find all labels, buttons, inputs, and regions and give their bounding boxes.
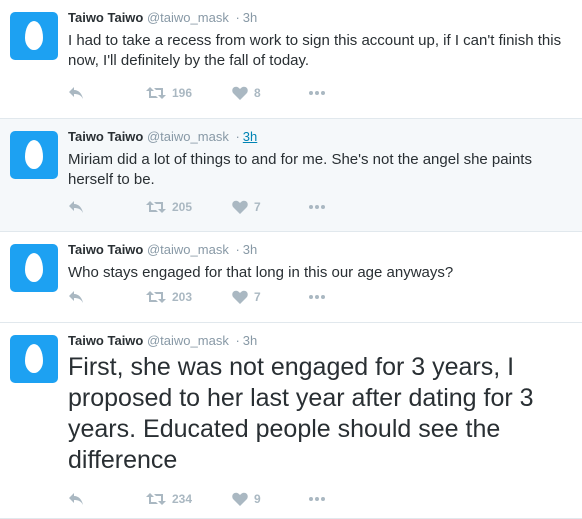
retweet-count: 205	[172, 200, 193, 214]
retweet-icon	[146, 87, 166, 99]
avatar[interactable]	[10, 131, 58, 179]
more-icon	[309, 205, 325, 209]
reply-icon	[69, 87, 83, 99]
timestamp[interactable]: 3h	[243, 242, 257, 257]
tweet[interactable]: Taiwo Taiwo @taiwo_mask · 3h I had to tak…	[0, 0, 582, 119]
avatar[interactable]	[10, 12, 58, 60]
like-button[interactable]: 8	[232, 85, 261, 101]
heart-icon	[232, 200, 248, 214]
display-name[interactable]: Taiwo Taiwo	[68, 242, 143, 257]
display-name[interactable]: Taiwo Taiwo	[68, 333, 143, 348]
more-button[interactable]	[308, 289, 326, 305]
egg-icon	[25, 140, 43, 169]
timestamp[interactable]: 3h	[243, 129, 257, 144]
retweet-button[interactable]: 203	[146, 289, 192, 305]
avatar[interactable]	[10, 335, 58, 383]
like-count: 8	[254, 86, 261, 100]
reply-icon	[69, 493, 83, 505]
username[interactable]: @taiwo_mask	[147, 10, 229, 25]
retweet-icon	[146, 493, 166, 505]
tweet-header: Taiwo Taiwo @taiwo_mask · 3h	[68, 129, 257, 144]
egg-icon	[25, 21, 43, 50]
more-button[interactable]	[308, 491, 326, 507]
tweet-text: Who stays engaged for that long in this …	[68, 264, 454, 281]
username[interactable]: @taiwo_mask	[147, 129, 229, 144]
tweet[interactable]: Taiwo Taiwo @taiwo_mask · 3h Miriam did a…	[0, 119, 582, 232]
separator: ·	[235, 129, 240, 144]
reply-button[interactable]	[68, 199, 84, 215]
separator: ·	[235, 242, 240, 257]
retweet-button[interactable]: 196	[146, 85, 192, 101]
timestamp[interactable]: 3h	[243, 10, 257, 25]
tweet-text: First, she was not engaged for 3 years, …	[68, 353, 534, 474]
tweet-text: Miriam did a lot of things to and for me…	[68, 151, 532, 188]
tweet-header: Taiwo Taiwo @taiwo_mask · 3h	[68, 333, 257, 348]
retweet-count: 196	[172, 86, 193, 100]
retweet-count: 203	[172, 290, 193, 304]
retweet-count: 234	[172, 492, 193, 506]
like-count: 7	[254, 290, 261, 304]
reply-icon	[69, 201, 83, 213]
like-button[interactable]: 7	[232, 199, 261, 215]
heart-icon	[232, 492, 248, 506]
heart-icon	[232, 86, 248, 100]
like-button[interactable]: 9	[232, 491, 261, 507]
more-button[interactable]	[308, 85, 326, 101]
tweet[interactable]: Taiwo Taiwo @taiwo_mask · 3h Who stays en…	[0, 232, 582, 323]
reply-button[interactable]	[68, 85, 84, 101]
more-icon	[309, 91, 325, 95]
heart-icon	[232, 290, 248, 304]
display-name[interactable]: Taiwo Taiwo	[68, 129, 143, 144]
more-icon	[309, 497, 325, 501]
retweet-icon	[146, 201, 166, 213]
reply-button[interactable]	[68, 289, 84, 305]
display-name[interactable]: Taiwo Taiwo	[68, 10, 143, 25]
tweet-text: I had to take a recess from work to sign…	[68, 32, 562, 69]
egg-icon	[25, 344, 43, 373]
like-count: 7	[254, 200, 261, 214]
reply-button[interactable]	[68, 491, 84, 507]
timestamp[interactable]: 3h	[243, 333, 257, 348]
tweet-header: Taiwo Taiwo @taiwo_mask · 3h	[68, 242, 257, 257]
username[interactable]: @taiwo_mask	[147, 333, 229, 348]
avatar[interactable]	[10, 244, 58, 292]
like-count: 9	[254, 492, 261, 506]
username[interactable]: @taiwo_mask	[147, 242, 229, 257]
more-button[interactable]	[308, 199, 326, 215]
reply-icon	[69, 291, 83, 303]
retweet-button[interactable]: 234	[146, 491, 192, 507]
tweet[interactable]: Taiwo Taiwo @taiwo_mask · 3h First, she w…	[0, 323, 582, 519]
separator: ·	[235, 333, 240, 348]
tweet-header: Taiwo Taiwo @taiwo_mask · 3h	[68, 10, 257, 25]
retweet-button[interactable]: 205	[146, 199, 192, 215]
separator: ·	[235, 10, 240, 25]
retweet-icon	[146, 291, 166, 303]
egg-icon	[25, 253, 43, 282]
like-button[interactable]: 7	[232, 289, 261, 305]
more-icon	[309, 295, 325, 299]
